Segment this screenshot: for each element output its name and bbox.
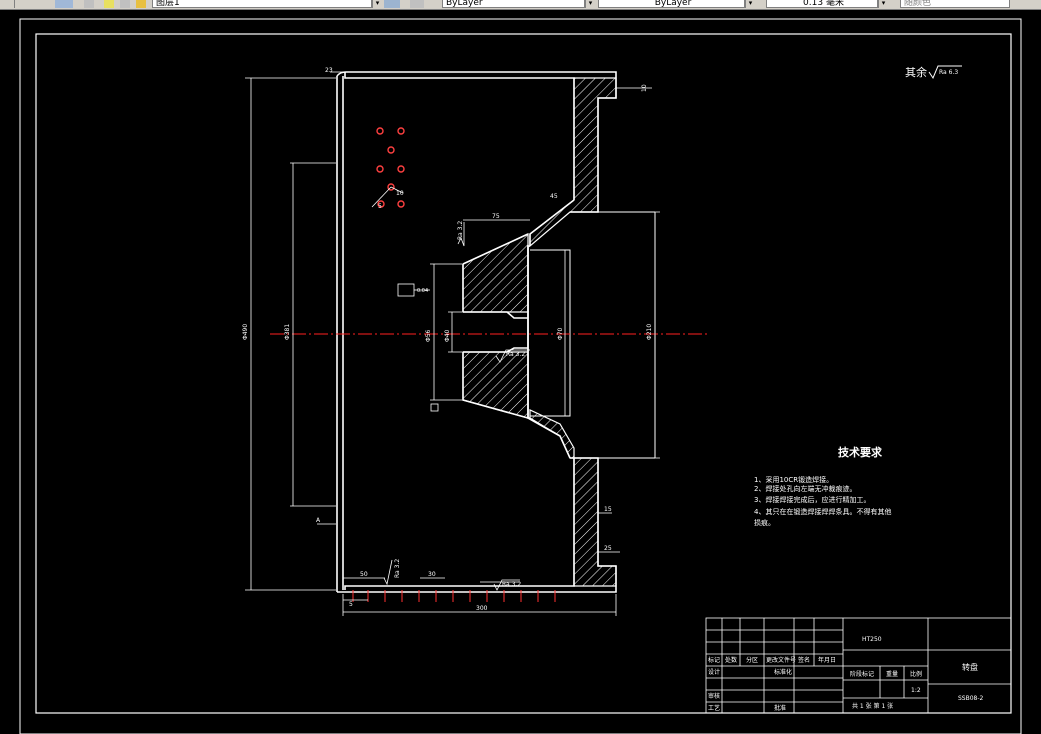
layer-on-icon[interactable] [104, 0, 114, 8]
tb-sheet: 共 1 张 第 1 张 [852, 702, 893, 710]
ra-32-b: Ra 3.2 [506, 351, 525, 358]
ra-32-c: Ra 3.2 [394, 559, 401, 578]
tech-req-item-2: 2、焊接处孔向左端无冲裁痕迹。 [754, 484, 856, 493]
frame-label: 0.04 [417, 288, 428, 294]
plotstyle-combo[interactable]: 随颜色 [900, 0, 1010, 8]
linetype-combo-arrow-icon[interactable]: ▾ [745, 0, 755, 8]
make-current-icon[interactable] [384, 0, 400, 8]
drawing-canvas[interactable]: 其余 Ra 6.3 10 5 Φ490 Φ381 Φ56 Φ40 Φ70 Φ21… [0, 10, 1041, 734]
dim-5: 5 [378, 203, 382, 210]
tech-req-item-4: 4、其只在在锻造焊接焊焊条具。不得有其他 [754, 507, 891, 516]
dim-45: 45 [550, 193, 558, 200]
tb-row-approve: 批准 [774, 704, 786, 712]
dim-10-right: 10 [641, 84, 648, 92]
dim-overall-height: Φ490 [242, 324, 249, 340]
dim-75: 75 [492, 213, 500, 220]
dim-overall-width: 300 [476, 605, 488, 612]
dim-inner-d4: Φ210 [646, 324, 653, 340]
tb-weight: 重量 [886, 670, 898, 678]
layer-freeze-icon[interactable] [120, 0, 130, 8]
dim-23: 23 [325, 67, 333, 74]
tech-req-item-1: 1、采用10CR锻造焊接。 [754, 475, 833, 484]
tb-col-mark: 标记 [708, 656, 720, 664]
ra-32-d: Ra 3.2 [502, 581, 521, 588]
dim-inner-d2: Φ56 [425, 329, 432, 342]
tb-row-check: 审核 [708, 692, 720, 700]
layer-state-icon[interactable] [84, 0, 94, 8]
dim-30: 30 [428, 571, 436, 578]
tb-col-count: 处数 [725, 656, 737, 664]
tb-material: HT250 [862, 636, 882, 643]
tb-row-process: 工艺 [708, 704, 720, 712]
dim-inner-d1: Φ381 [284, 324, 291, 340]
toolbar: 图层1 ▾ ByLayer ▾ ByLayer ▾ 0.13 毫米 ▾ 随颜色 [0, 0, 1041, 10]
linetype-combo[interactable]: ByLayer [598, 0, 745, 8]
tb-col-date: 年月日 [818, 656, 836, 664]
tb-row-std: 标准化 [774, 668, 792, 676]
ra-32-a: Ra 3.2 [457, 221, 464, 240]
datum-a: A [316, 517, 321, 524]
surface-note-value: Ra 6.3 [939, 69, 958, 76]
tb-scale: 比例 [910, 670, 922, 678]
tb-part-name: 转盘 [962, 662, 978, 672]
layer-lock-icon[interactable] [136, 0, 146, 8]
tb-col-file: 更改文件号 [766, 656, 796, 664]
color-combo[interactable]: ByLayer [442, 0, 585, 8]
tech-req-item-4-cont: 损痕。 [754, 518, 775, 527]
layer-combo[interactable]: 图层1 [152, 0, 372, 8]
color-combo-arrow-icon[interactable]: ▾ [585, 0, 595, 8]
lineweight-combo-arrow-icon[interactable]: ▾ [878, 0, 888, 8]
surface-note-label: 其余 [905, 65, 927, 79]
tb-scale-val: 1:2 [911, 687, 921, 694]
tech-req-title: 技术要求 [838, 445, 883, 459]
dim-10: 10 [396, 190, 404, 197]
tb-row-design: 设计 [708, 668, 720, 676]
window-icon[interactable] [0, 0, 15, 8]
tb-col-sign: 签名 [798, 656, 810, 664]
dim-inner-d3: Φ70 [557, 327, 564, 340]
lineweight-combo[interactable]: 0.13 毫米 [766, 0, 878, 8]
layer-combo-arrow-icon[interactable]: ▾ [372, 0, 382, 8]
layer-manager-icon[interactable] [55, 0, 73, 8]
tb-stage-mark: 阶段标记 [850, 670, 874, 678]
layer-previous-icon[interactable] [410, 0, 424, 8]
dim-dia-40: Φ40 [444, 329, 451, 342]
tb-col-zone: 分区 [746, 656, 758, 664]
dim-25: 25 [604, 545, 612, 552]
dim-50: 50 [360, 571, 368, 578]
tech-req-item-3: 3、焊接焊接完成后，应进行精加工。 [754, 495, 870, 504]
dim-15: 15 [604, 506, 612, 513]
dim-5-small: 5 [349, 601, 353, 608]
tb-drawing-no: SSB08-2 [958, 695, 984, 702]
hatch-sections [462, 77, 617, 587]
